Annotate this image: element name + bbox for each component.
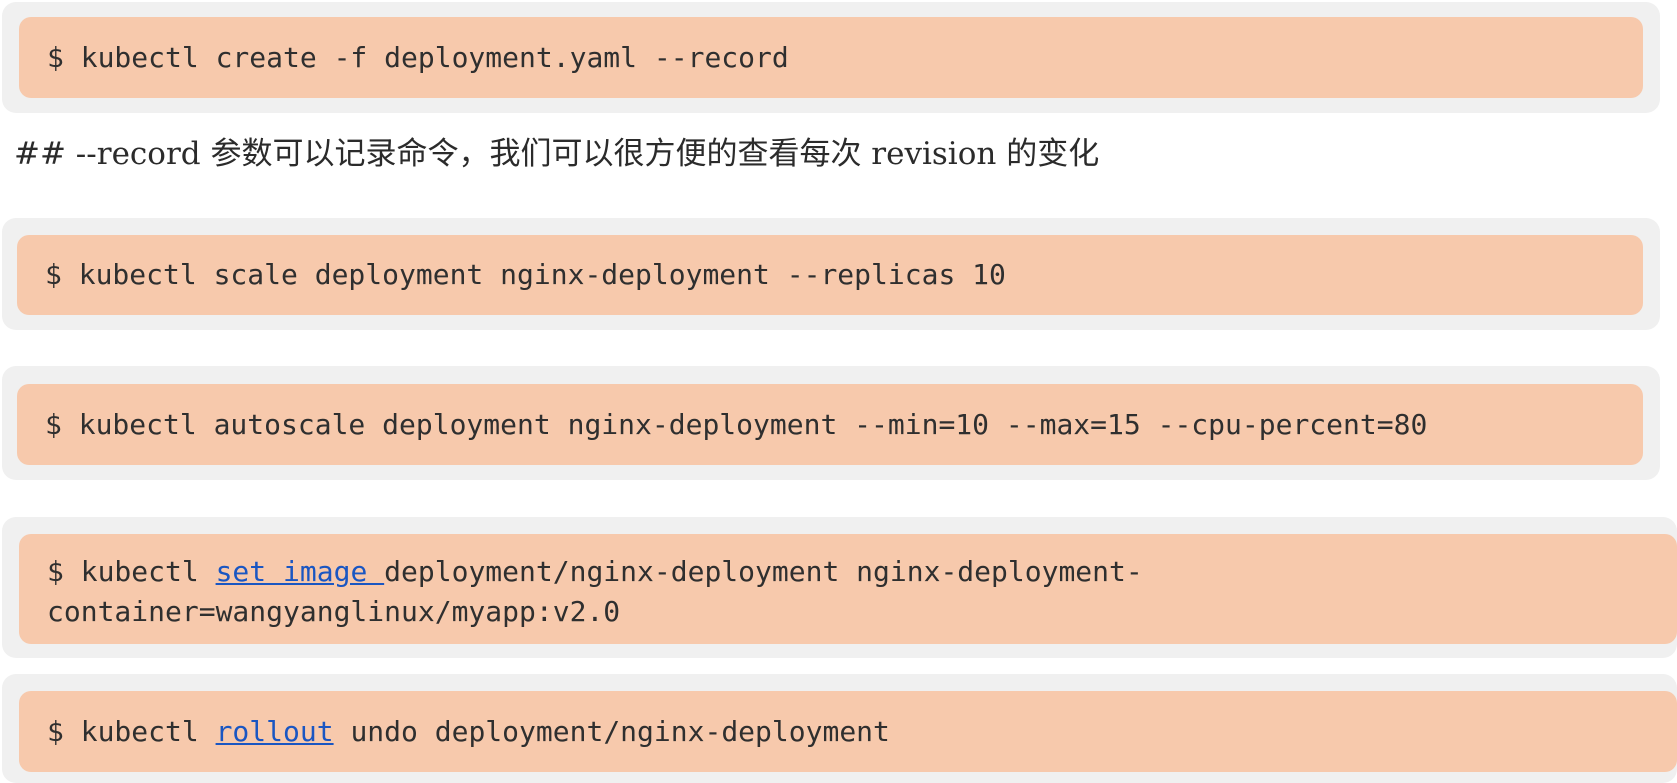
command-suffix: undo deployment/nginx-deployment — [333, 714, 890, 748]
command-text: $ kubectl create -f deployment.yaml --re… — [47, 40, 789, 74]
command-text: $ kubectl autoscale deployment nginx-dep… — [45, 407, 1428, 441]
command-text: $ kubectl scale deployment nginx-deploym… — [45, 258, 1006, 291]
command-suffix: deployment/nginx-deployment nginx-deploy… — [384, 555, 1143, 588]
command-continuation: container=wangyanglinux/myapp:v2.0 — [47, 595, 621, 628]
rollout-link[interactable]: rollout — [216, 715, 334, 748]
command-line: $ kubectl rollout undo deployment/nginx-… — [47, 712, 890, 752]
command-prefix: $ kubectl — [47, 555, 216, 588]
code-block-scale: $ kubectl scale deployment nginx-deploym… — [17, 235, 1643, 315]
code-block-autoscale: $ kubectl autoscale deployment nginx-dep… — [17, 384, 1643, 465]
command-prefix: $ kubectl — [47, 714, 216, 748]
set-image-link[interactable]: set image — [216, 555, 385, 588]
code-block-undo: $ kubectl rollout undo deployment/nginx-… — [19, 691, 1677, 772]
code-block-create: $ kubectl create -f deployment.yaml --re… — [19, 17, 1643, 98]
comment-line: ## --record 参数可以记录命令，我们可以很方便的查看每次 revisi… — [14, 136, 1100, 172]
code-block-set-image: $ kubectl set image deployment/nginx-dep… — [19, 534, 1677, 644]
